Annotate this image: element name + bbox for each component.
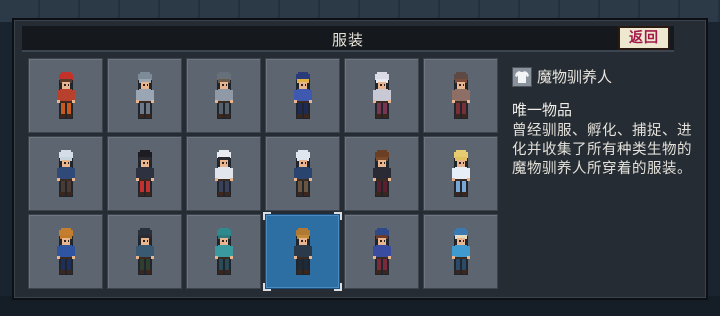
princess-costume-sprite (451, 149, 470, 197)
selection-corner (263, 212, 271, 220)
costume-slot-9[interactable] (186, 136, 261, 211)
hooded-blue-costume-sprite (56, 149, 75, 197)
costume-slot-12[interactable] (423, 136, 498, 211)
parka-costume-sprite (293, 149, 312, 197)
costume-slot-14[interactable] (107, 214, 182, 289)
costume-slot-11[interactable] (344, 136, 419, 211)
priest-costume-sprite (451, 227, 470, 275)
costume-slot-5[interactable] (344, 58, 419, 133)
wizard-costume-sprite (56, 71, 75, 119)
title-bar: 服装 (22, 26, 674, 52)
costume-panel: 服装 返回 魔物驯养人 唯一物品 曾经驯服、孵化、捕捉、进化并收集了所有种类生物… (12, 18, 708, 300)
maid-costume-sprite (372, 149, 391, 197)
chef-costume-sprite (214, 149, 233, 197)
detail-name-row: 魔物驯养人 (512, 66, 702, 87)
costume-description: 曾经驯服、孵化、捕捉、进化并收集了所有种类生物的魔物驯养人所穿着的服装。 (512, 123, 692, 177)
costume-slot-8[interactable] (107, 136, 182, 211)
costume-detail: 魔物驯养人 唯一物品 曾经驯服、孵化、捕捉、进化并收集了所有种类生物的魔物驯养人… (512, 66, 702, 179)
gunslinger-costume-sprite (135, 227, 154, 275)
tamer-costume-sprite (293, 227, 312, 275)
costume-slot-18[interactable] (423, 214, 498, 289)
costume-slot-10[interactable] (265, 136, 340, 211)
knight-costume-sprite (135, 71, 154, 119)
traveler-costume-sprite (451, 71, 470, 119)
costume-slot-15[interactable] (186, 214, 261, 289)
selection-corner (334, 212, 342, 220)
costume-slot-13[interactable] (28, 214, 103, 289)
shirt-icon (512, 66, 532, 87)
mage-teal-costume-sprite (214, 227, 233, 275)
panel-title: 服装 (331, 31, 364, 49)
costume-slot-3[interactable] (186, 58, 261, 133)
item-rarity: 唯一物品 (512, 101, 573, 119)
costume-grid (28, 58, 498, 294)
costume-slot-6[interactable] (423, 58, 498, 133)
fighter-costume-sprite (56, 227, 75, 275)
gentleman-costume-sprite (135, 149, 154, 197)
costume-slot-4[interactable] (265, 58, 340, 133)
costume-slot-7[interactable] (28, 136, 103, 211)
nun-costume-sprite (372, 71, 391, 119)
selection-corner (334, 283, 342, 291)
costume-slot-1[interactable] (28, 58, 103, 133)
ranger-costume-sprite (214, 71, 233, 119)
adventurer-costume-sprite (372, 227, 391, 275)
selection-corner (263, 283, 271, 291)
musketeer-costume-sprite (293, 71, 312, 119)
costume-name: 魔物驯养人 (537, 68, 613, 86)
back-button[interactable]: 返回 (618, 26, 670, 50)
costume-slot-17[interactable] (344, 214, 419, 289)
costume-slot-2[interactable] (107, 58, 182, 133)
costume-slot-16[interactable] (263, 212, 342, 291)
